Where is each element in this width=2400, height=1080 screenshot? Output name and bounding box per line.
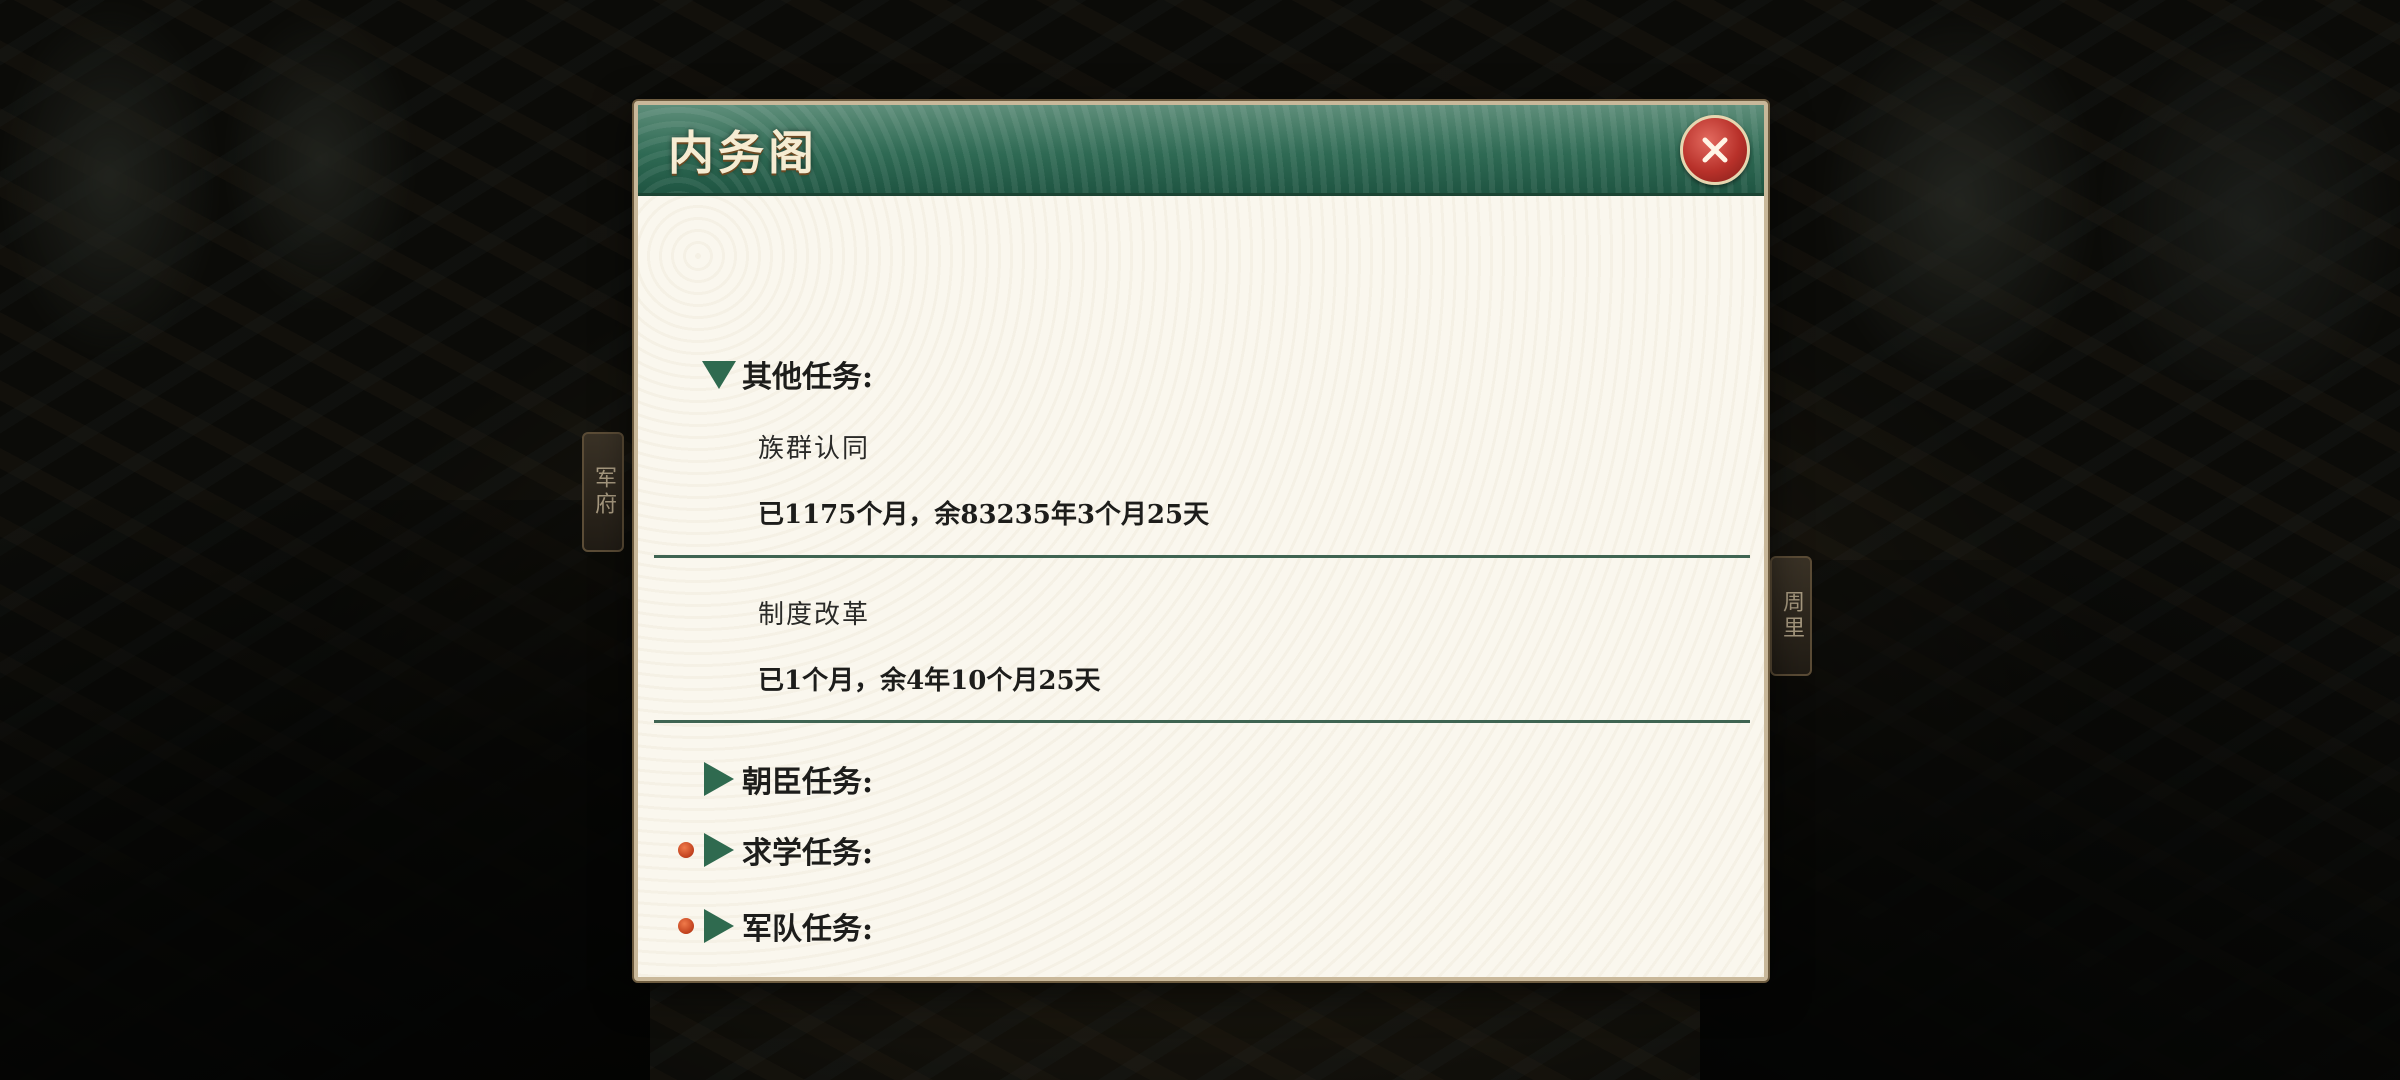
section-label: 军队任务: [742, 912, 874, 947]
dialog-body: 其他任务: 族群认同 已1175个月，余83235年3个月25天 制度改革 已1… [638, 196, 1764, 977]
section-study-tasks[interactable]: 求学任务: [700, 828, 873, 872]
task-progress: 已1个月，余4年10个月25天 [758, 666, 1101, 696]
collapsed-triangle-icon [704, 833, 734, 867]
game-stage: 军府 周里 内务阁 其他任务: 族群认同 已1175个月，余83235年3个月2… [0, 0, 2400, 1080]
section-label: 朝臣任务: [742, 765, 874, 800]
expanded-triangle-icon [702, 361, 736, 389]
notification-dot [678, 842, 694, 858]
side-tag-right[interactable]: 周里 [1770, 556, 1812, 676]
collapsed-triangle-icon [704, 762, 734, 796]
close-button[interactable] [1680, 115, 1750, 185]
dialog-header: 内务阁 [638, 105, 1764, 196]
task-divider [654, 720, 1750, 723]
section-minister-tasks[interactable]: 朝臣任务: [700, 757, 873, 801]
task-name: 族群认同 [758, 434, 871, 464]
section-label: 求学任务: [742, 836, 874, 871]
dialog-title: 内务阁 [668, 126, 818, 180]
task-divider [654, 555, 1750, 558]
section-label: 其他任务: [742, 360, 874, 395]
task-dialog: 内务阁 其他任务: 族群认同 已1175个月，余83235年3个月25天 制度改… [634, 101, 1768, 981]
section-other-tasks[interactable]: 其他任务: [700, 352, 873, 396]
collapsed-triangle-icon [704, 909, 734, 943]
notification-dot [678, 918, 694, 934]
close-icon [1702, 137, 1728, 163]
task-progress: 已1175个月，余83235年3个月25天 [758, 500, 1210, 530]
side-tag-left[interactable]: 军府 [582, 432, 624, 552]
task-name: 制度改革 [758, 600, 871, 630]
section-army-tasks[interactable]: 军队任务: [700, 904, 873, 948]
